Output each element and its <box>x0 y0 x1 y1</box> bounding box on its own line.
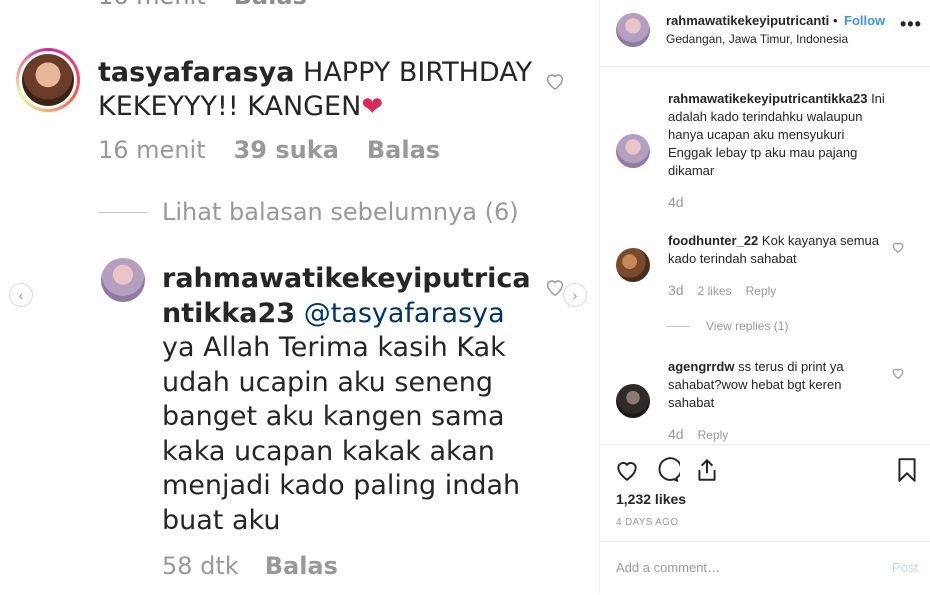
post-button[interactable]: Post <box>892 560 918 575</box>
caption-text: rahmawatikekeyiputricantikka23 Ini adala… <box>668 90 888 180</box>
header-username[interactable]: rahmawatikekeyiputricantikka23 <box>666 13 830 28</box>
reply-button[interactable]: Reply <box>746 284 777 298</box>
reply-text: rahmawatikekeyiputrica ntikka23 @tasyafa… <box>162 262 532 538</box>
reply-mention: @tasyafarasya <box>303 297 505 329</box>
reply-avatar <box>101 258 145 302</box>
follow-button[interactable]: Follow <box>844 13 885 28</box>
cut-off-reply: Balas <box>234 0 307 10</box>
post-header: rahmawatikekeyiputricantikka23 • Follow … <box>600 0 930 67</box>
comment-likes: 39 suka <box>233 136 339 164</box>
reply-time: 58 dtk <box>162 552 239 580</box>
reply-username-line1: rahmawatikekeyiputrica <box>162 263 531 294</box>
cut-off-comment-meta: 16 menit Balas <box>98 0 307 10</box>
heart-icon[interactable] <box>614 457 640 483</box>
comment-text: tasyafarasya HAPPY BIRTHDAY KEKEYYY!! KA… <box>98 56 538 124</box>
reply-meta: 58 dtk Balas <box>162 552 364 580</box>
view-replies-button[interactable]: View replies (1) <box>706 319 788 333</box>
reply-reply: Balas <box>264 552 338 580</box>
avatar[interactable] <box>616 248 650 282</box>
divider <box>98 212 148 213</box>
comment-time: 16 menit <box>98 136 206 164</box>
avatar[interactable] <box>616 384 650 418</box>
post-sidebar: rahmawatikekeyiputricantikka23 • Follow … <box>599 0 930 593</box>
like-count[interactable]: 1,232 likes <box>616 491 686 507</box>
chevron-right-icon[interactable]: › <box>563 283 587 307</box>
comment-meta: 3d 2 likes Reply <box>668 282 790 298</box>
chevron-left-icon[interactable]: ‹ <box>9 283 33 307</box>
red-heart-emoji: ❤ <box>361 92 384 122</box>
heart-icon[interactable] <box>891 240 905 254</box>
heart-icon[interactable] <box>891 366 905 380</box>
avatar[interactable] <box>616 134 650 168</box>
comment-text: foodhunter_22 Kok kayanya semua kado ter… <box>668 232 888 268</box>
comment-reply: Balas <box>366 136 441 164</box>
reply-button[interactable]: Reply <box>698 428 729 442</box>
comment-likes[interactable]: 2 likes <box>698 284 732 298</box>
comment-input[interactable]: Add a comment… <box>616 560 720 575</box>
share-icon[interactable] <box>694 457 720 483</box>
comment-time[interactable]: 4d <box>668 426 684 442</box>
reply-body: ya Allah Terima kasih Kak udah ucapin ak… <box>162 332 521 536</box>
caption-username[interactable]: rahmawatikekeyiputricantikka23 <box>668 91 867 106</box>
comment-icon[interactable] <box>654 457 680 483</box>
add-comment-bar: Add a comment… Post <box>600 541 930 594</box>
location-link[interactable]: Gedangan, Jawa Timur, Indonesia <box>666 32 848 46</box>
post-age[interactable]: 4 DAYS AGO <box>616 517 678 528</box>
caption-time[interactable]: 4d <box>668 194 684 210</box>
commenter-avatar <box>16 48 80 112</box>
comment-meta: 16 menit 39 suka Balas <box>98 136 468 164</box>
comment-text: agengrrdw ss terus di print ya sahabat?w… <box>668 358 888 412</box>
post-media: 16 menit Balas tasyafarasya HAPPY BIRTHDA… <box>0 0 600 593</box>
divider <box>666 326 690 327</box>
comment-username: tasyafarasya <box>98 57 295 88</box>
avatar[interactable] <box>616 13 650 47</box>
bookmark-icon[interactable] <box>894 457 920 483</box>
reply-username-line2: ntikka23 <box>162 297 296 329</box>
comment-meta: 4d Reply <box>668 426 742 442</box>
comment-username[interactable]: agengrrdw <box>668 359 734 374</box>
comment-time[interactable]: 3d <box>668 282 684 298</box>
more-icon[interactable]: ••• <box>900 14 922 35</box>
cut-off-time: 16 menit <box>98 0 206 10</box>
comment-username[interactable]: foodhunter_22 <box>668 233 758 248</box>
view-previous-replies: Lihat balasan sebelumnya (6) <box>162 198 519 226</box>
post-actions: 1,232 likes 4 DAYS AGO Add a comment… Po… <box>600 444 930 595</box>
caption-meta: 4d <box>668 194 698 210</box>
separator-dot: • <box>833 13 838 28</box>
heart-icon <box>546 74 564 91</box>
